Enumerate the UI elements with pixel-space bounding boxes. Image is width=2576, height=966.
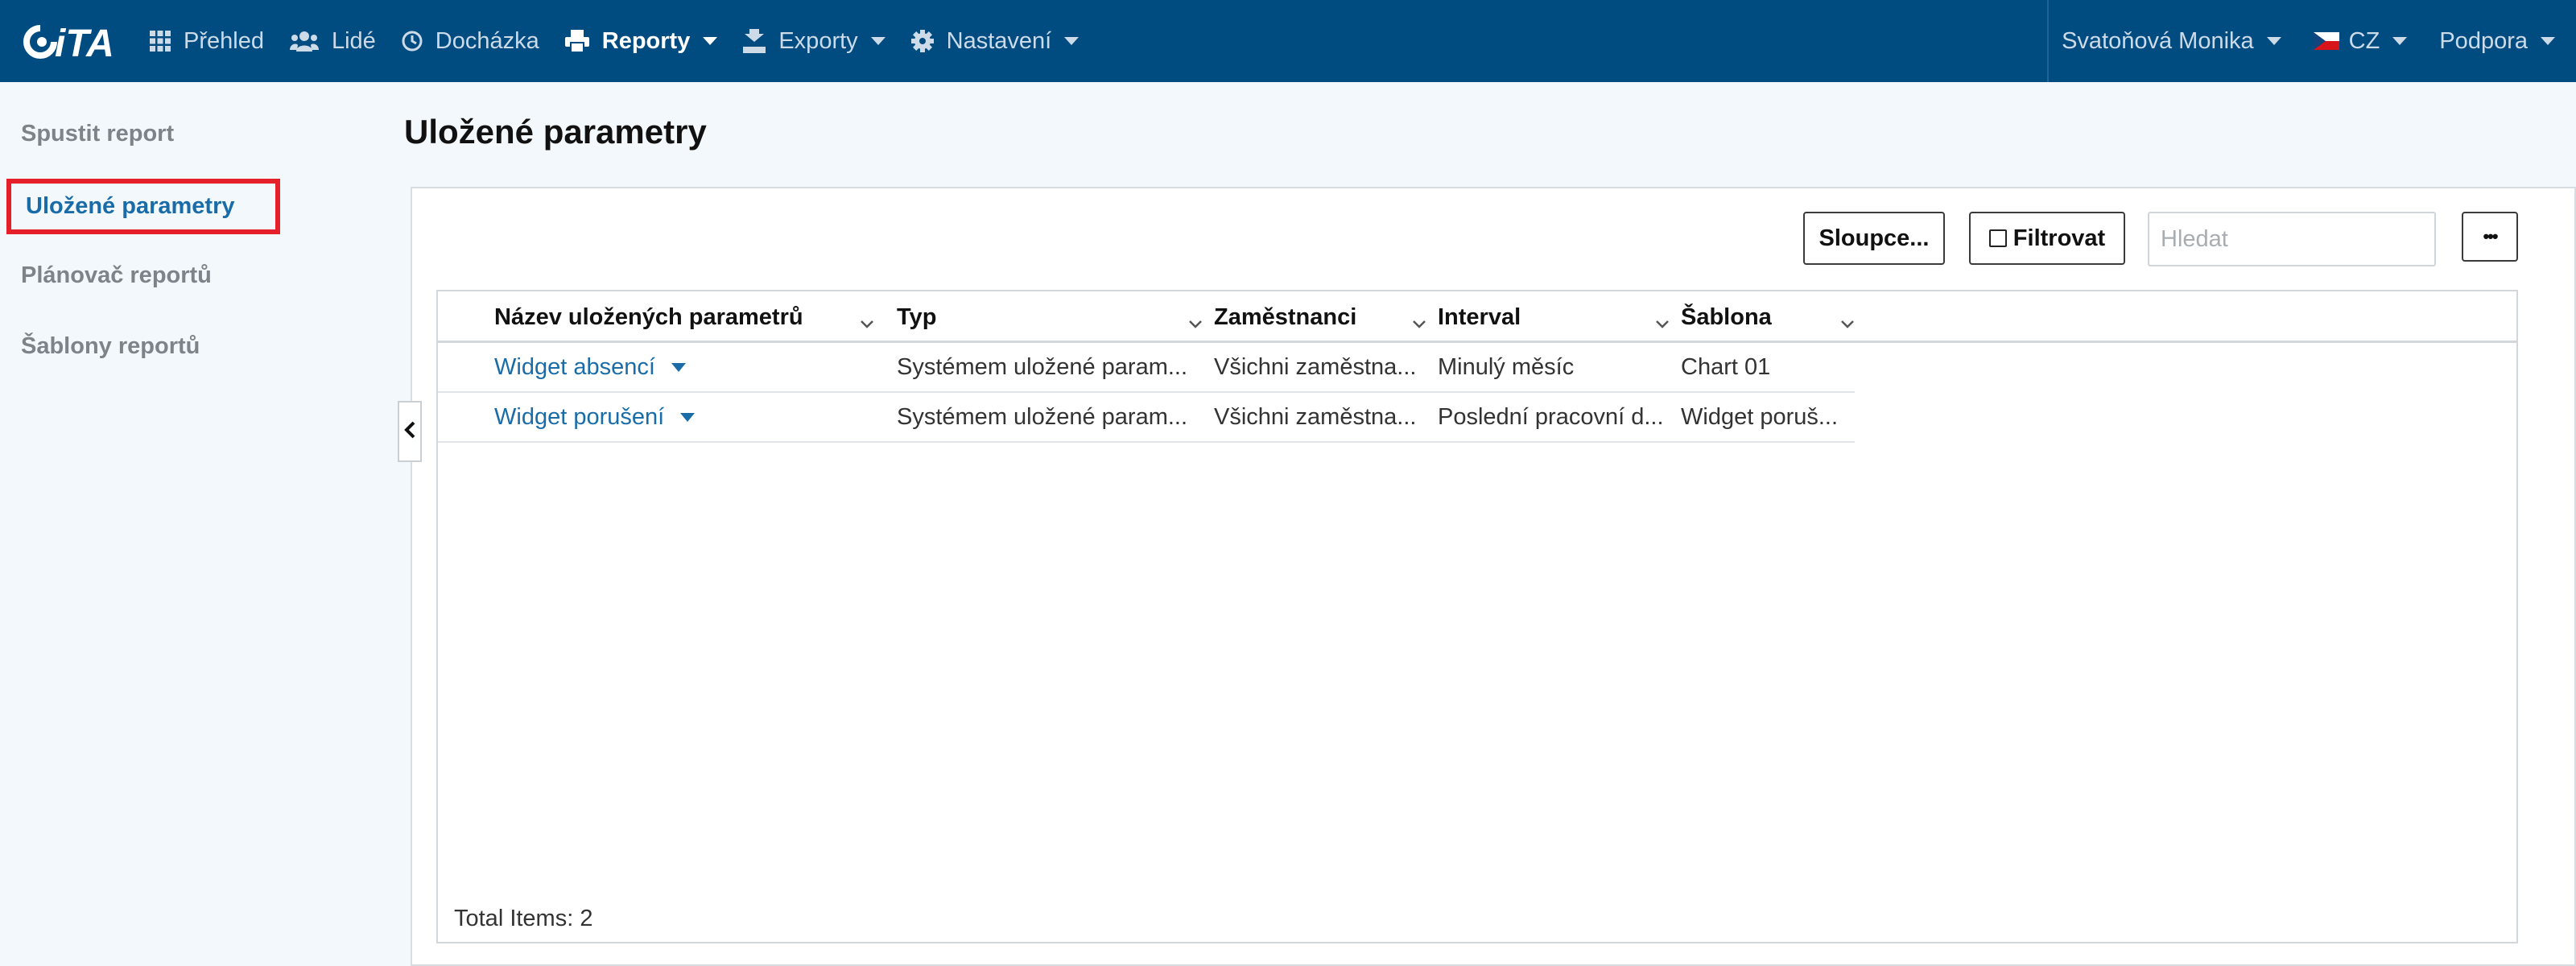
chevron-down-icon	[2392, 37, 2408, 45]
svg-text:iTA: iTA	[55, 23, 114, 60]
chevron-down-icon	[1655, 309, 1670, 336]
chevron-down-icon	[703, 37, 718, 45]
language-code: CZ	[2348, 27, 2380, 54]
nav-item-nastaveni[interactable]: Nastavení	[898, 0, 1092, 82]
chevron-down-icon	[860, 309, 874, 336]
chevron-down-icon	[1188, 309, 1203, 336]
nav-label: Nastavení	[946, 27, 1052, 54]
nav-item-exporty[interactable]: Exporty	[730, 0, 898, 82]
chevron-down-icon	[2541, 37, 2555, 45]
nav-item-reporty[interactable]: Reporty	[552, 0, 731, 82]
users-icon	[289, 31, 319, 52]
chevron-down-icon	[2266, 37, 2281, 45]
nav-label: Reporty	[601, 27, 691, 54]
user-menu[interactable]: Svatoňová Monika	[2049, 0, 2294, 82]
user-name: Svatoňová Monika	[2062, 27, 2254, 54]
column-label: Název uložených parametrů	[494, 303, 803, 330]
sidebar-item-planovac-reportu[interactable]: Plánovač reportů	[21, 262, 212, 289]
support-label: Podpora	[2439, 27, 2528, 54]
nav-label: Lidé	[331, 27, 376, 54]
sidebar-item-spustit-report[interactable]: Spustit report	[21, 121, 174, 147]
saved-parameters-table: Název uložených parametrů Typ Zaměstnanc…	[436, 290, 2518, 943]
chevron-down-icon	[1412, 309, 1426, 336]
row-name: Widget porušení	[494, 403, 665, 430]
table-row[interactable]: Widget porušení Systémem uložené param..…	[438, 393, 1855, 443]
row-name-link[interactable]: Widget absencí	[494, 343, 886, 391]
search-input[interactable]	[2148, 212, 2436, 266]
column-header-nazev[interactable]: Název uložených parametrů	[494, 291, 886, 343]
ita-logo[interactable]: iTA	[14, 0, 137, 82]
nav-item-prehled[interactable]: Přehled	[137, 0, 277, 82]
nav-item-lide[interactable]: Lidé	[277, 0, 389, 82]
cell-interval: Minulý měsíc	[1438, 353, 1575, 380]
filter-label: Filtrovat	[2013, 225, 2106, 251]
filter-button[interactable]: Filtrovat	[1969, 212, 2125, 265]
more-options-button[interactable]: •••	[2462, 212, 2518, 262]
gear-icon	[910, 30, 934, 52]
support-menu[interactable]: Podpora	[2420, 0, 2576, 82]
nav-item-dochazka[interactable]: Docházka	[389, 0, 552, 82]
nav-label: Docházka	[435, 27, 539, 54]
sidebar-collapse-button[interactable]	[398, 401, 422, 462]
columns-button[interactable]: Sloupce...	[1803, 212, 1945, 265]
column-header-sablona[interactable]: Šablona	[1681, 291, 1866, 343]
top-right-menu: Svatoňová Monika CZ Podpora	[2047, 0, 2576, 82]
checkbox-icon	[1988, 229, 2007, 247]
nav-label: Přehled	[184, 27, 264, 54]
chevron-down-icon	[1840, 309, 1855, 336]
column-label: Interval	[1438, 303, 1521, 330]
clock-icon	[402, 31, 423, 52]
column-label: Zaměstnanci	[1214, 303, 1357, 330]
export-icon	[743, 29, 766, 53]
chevron-down-icon	[1064, 37, 1080, 45]
sidebar-item-ulozene-parametry[interactable]: Uložené parametry	[6, 179, 280, 234]
nav-label: Exporty	[778, 27, 858, 54]
row-name-link[interactable]: Widget porušení	[494, 393, 886, 441]
caret-down-icon[interactable]	[671, 362, 686, 372]
total-items: Total Items: 2	[454, 906, 593, 931]
column-label: Šablona	[1681, 303, 1772, 330]
column-header-zamestnanci[interactable]: Zaměstnanci	[1214, 291, 1438, 343]
row-name: Widget absencí	[494, 353, 655, 380]
cell-zamestnanci: Všichni zaměstna...	[1214, 403, 1417, 430]
table-header: Název uložených parametrů Typ Zaměstnanc…	[438, 291, 2516, 343]
column-label: Typ	[897, 303, 937, 330]
caret-down-icon[interactable]	[680, 412, 696, 422]
chevron-down-icon	[870, 37, 886, 45]
cell-sablona: Chart 01	[1681, 353, 1771, 380]
column-header-interval[interactable]: Interval	[1438, 291, 1681, 343]
grid-icon	[150, 31, 171, 52]
table-row[interactable]: Widget absencí Systémem uložené param...…	[438, 343, 1855, 393]
chevron-left-icon	[404, 421, 415, 443]
language-menu[interactable]: CZ	[2294, 0, 2421, 82]
sidebar: Spustit report Uložené parametry Plánova…	[0, 82, 370, 966]
cell-typ: Systémem uložené param...	[897, 403, 1188, 430]
printer-icon	[564, 30, 589, 52]
top-navigation-bar: iTA Přehled Lidé Docházka Reporty Export…	[0, 0, 2576, 82]
cell-sablona: Widget poruš...	[1681, 403, 1839, 430]
czech-flag-icon	[2313, 32, 2339, 50]
cell-typ: Systémem uložené param...	[897, 353, 1188, 380]
sidebar-item-sablony-reportu[interactable]: Šablony reportů	[21, 333, 200, 360]
cell-zamestnanci: Všichni zaměstna...	[1214, 353, 1417, 380]
page-title: Uložené parametry	[404, 113, 707, 151]
cell-interval: Poslední pracovní d...	[1438, 403, 1664, 430]
column-header-typ[interactable]: Typ	[897, 291, 1214, 343]
